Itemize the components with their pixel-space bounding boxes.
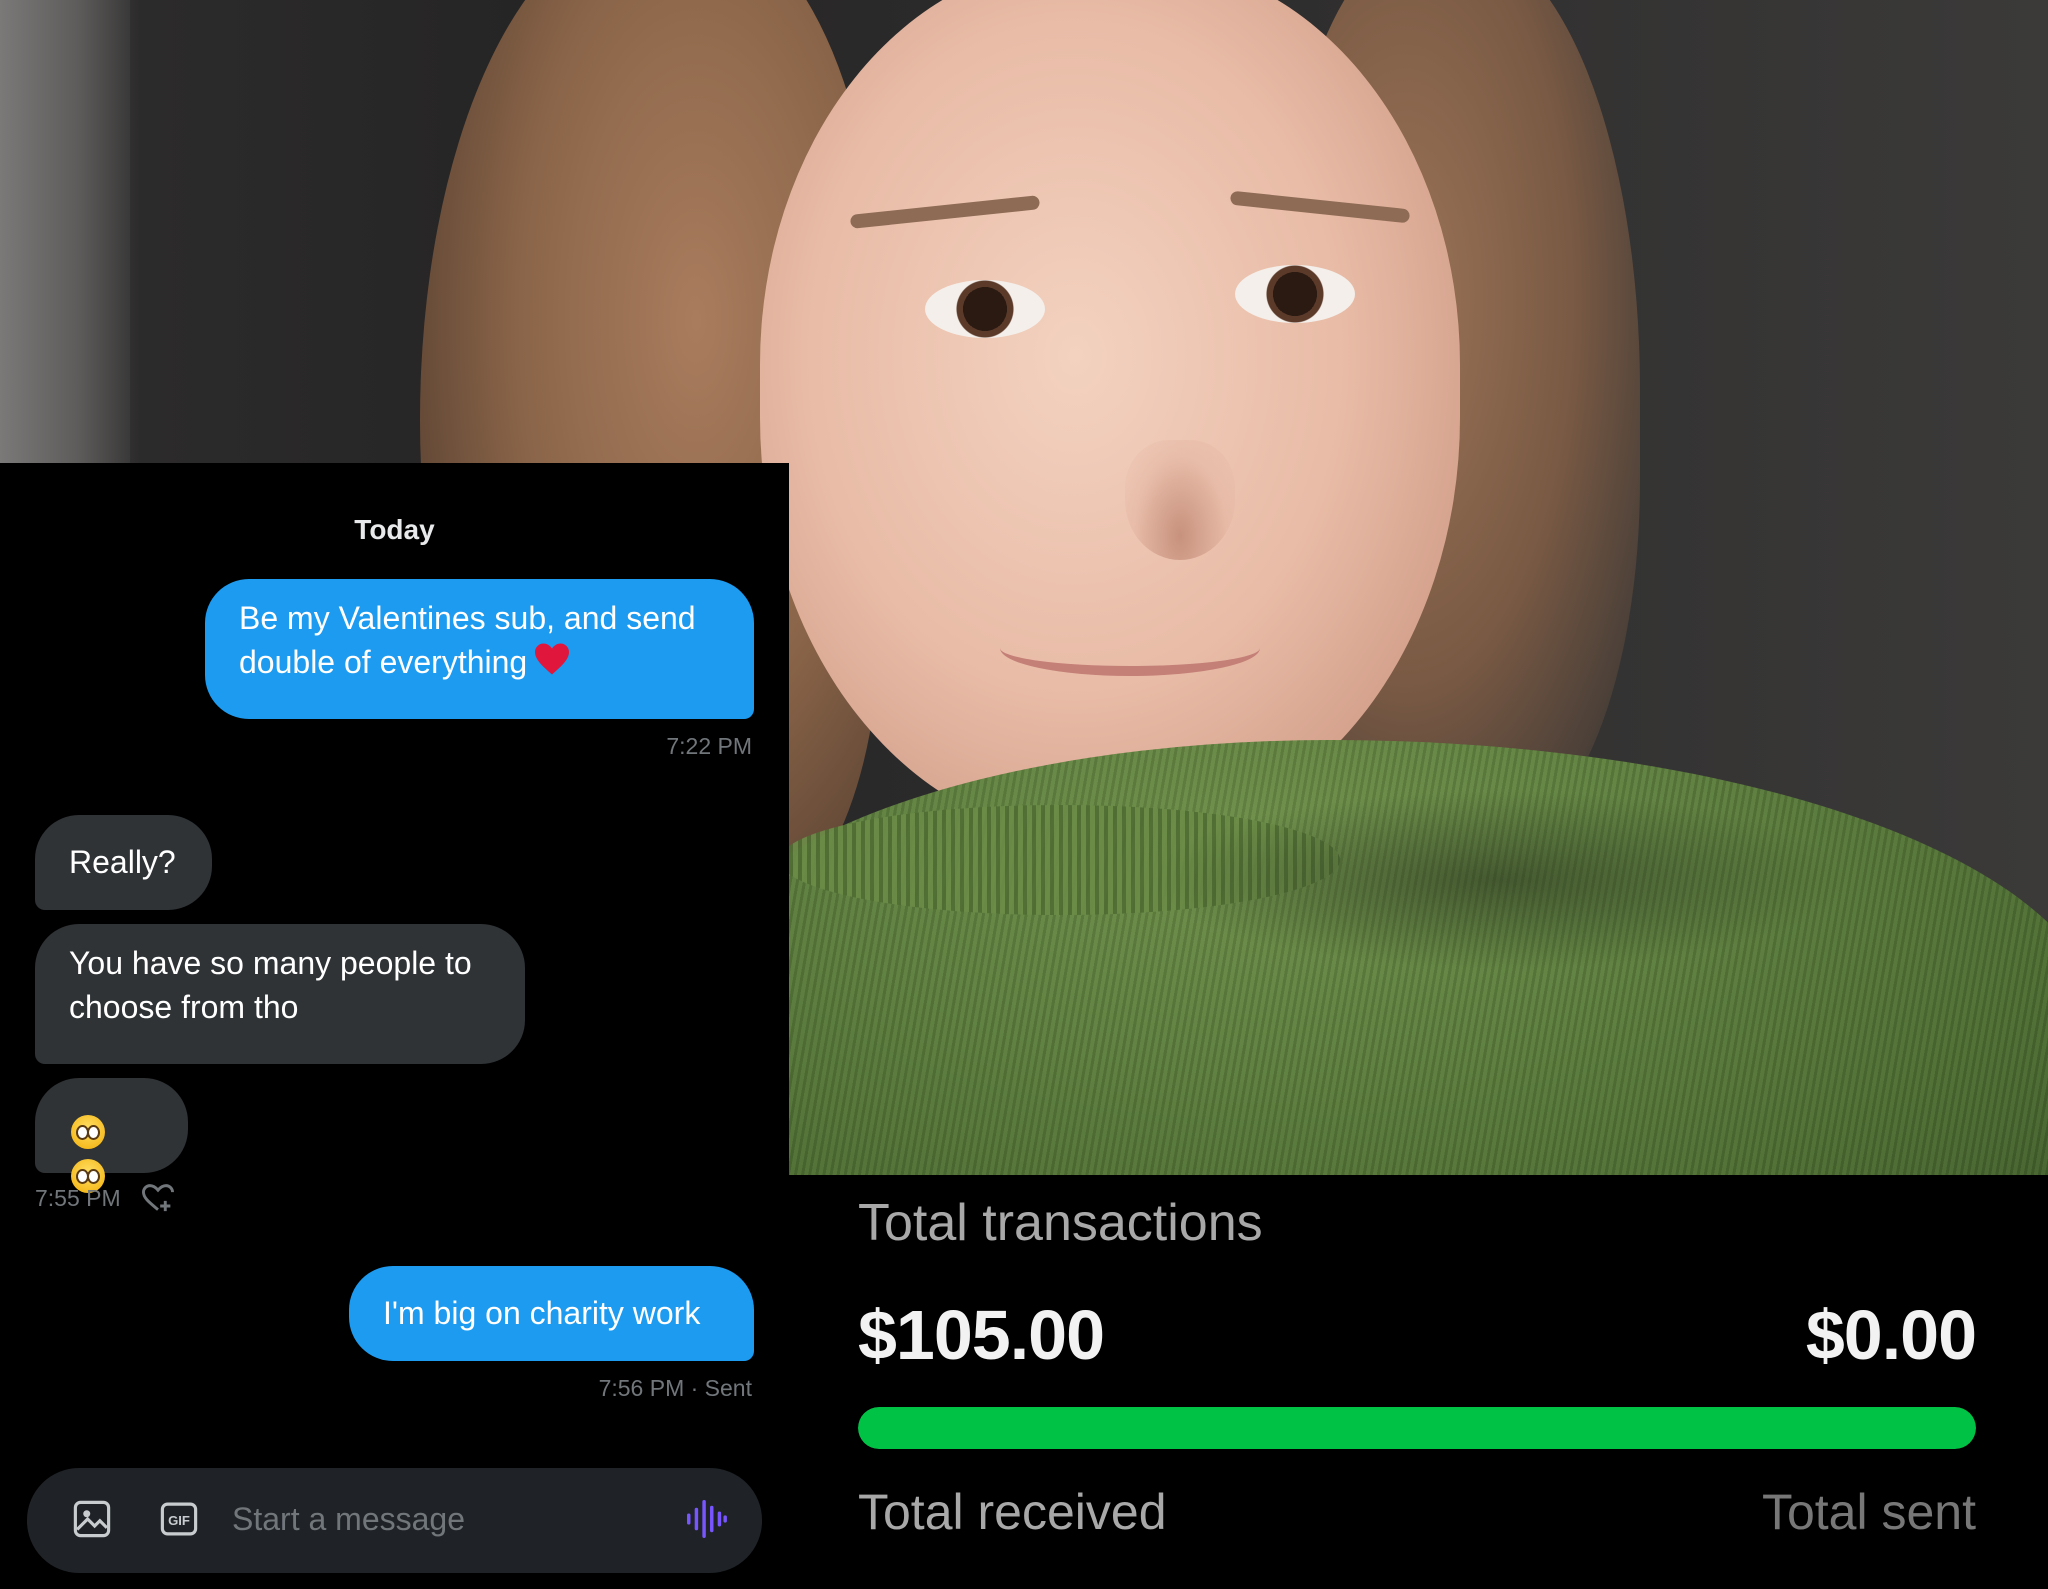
message-status: 7:56 PM · Sent [598, 1375, 752, 1401]
message-text-line: choose from tho [69, 989, 299, 1025]
nose [1125, 440, 1235, 560]
message-bubble-sent[interactable]: I'm big on charity work [349, 1266, 754, 1361]
transactions-ratio-bar [858, 1407, 1976, 1449]
right-eye [1235, 265, 1355, 323]
message-bubble-received[interactable]: You have so many people to choose from t… [35, 924, 525, 1064]
composer-placeholder[interactable]: Start a message [232, 1501, 465, 1538]
message-bubble-received[interactable]: Really? [35, 815, 212, 910]
add-reaction-icon[interactable] [140, 1182, 176, 1219]
red-heart-icon [533, 642, 571, 687]
left-eye [925, 280, 1045, 338]
face [760, 0, 1460, 840]
message-timestamp: 7:22 PM [666, 733, 752, 759]
message-bubble-received[interactable] [35, 1078, 188, 1193]
pleading-face-icon [71, 1114, 105, 1149]
message-composer[interactable]: GIF Start a message [27, 1468, 762, 1573]
total-sent-amount: $0.00 [1805, 1296, 1977, 1374]
transactions-title: Total transactions [858, 1194, 1263, 1252]
message-timestamp: 7:55 PM [35, 1185, 121, 1211]
total-received-label: Total received [858, 1484, 1167, 1540]
message-text-line: double of everything [239, 640, 720, 687]
svg-text:GIF: GIF [168, 1513, 190, 1528]
dm-conversation-panel: Today Be my Valentines sub, and send dou… [0, 463, 789, 1589]
total-received-amount: $105.00 [858, 1296, 1105, 1374]
message-bubble-sent[interactable]: Be my Valentines sub, and send double of… [205, 579, 754, 719]
date-divider: Today [354, 514, 435, 545]
wall-shading [0, 0, 130, 470]
image-icon[interactable] [71, 1498, 113, 1545]
transactions-summary: Total transactions $105.00 $0.00 Total r… [789, 1175, 2048, 1589]
total-sent-label: Total sent [1761, 1484, 1976, 1540]
smile [1000, 620, 1260, 676]
message-text-line: You have so many people to [69, 945, 472, 981]
sweater-shadow [1150, 790, 1850, 970]
voice-icon[interactable] [683, 1496, 729, 1547]
message-text-line: Be my Valentines sub, and send [239, 600, 696, 636]
gif-icon[interactable]: GIF [158, 1498, 200, 1545]
received-share-fill [858, 1407, 1976, 1449]
